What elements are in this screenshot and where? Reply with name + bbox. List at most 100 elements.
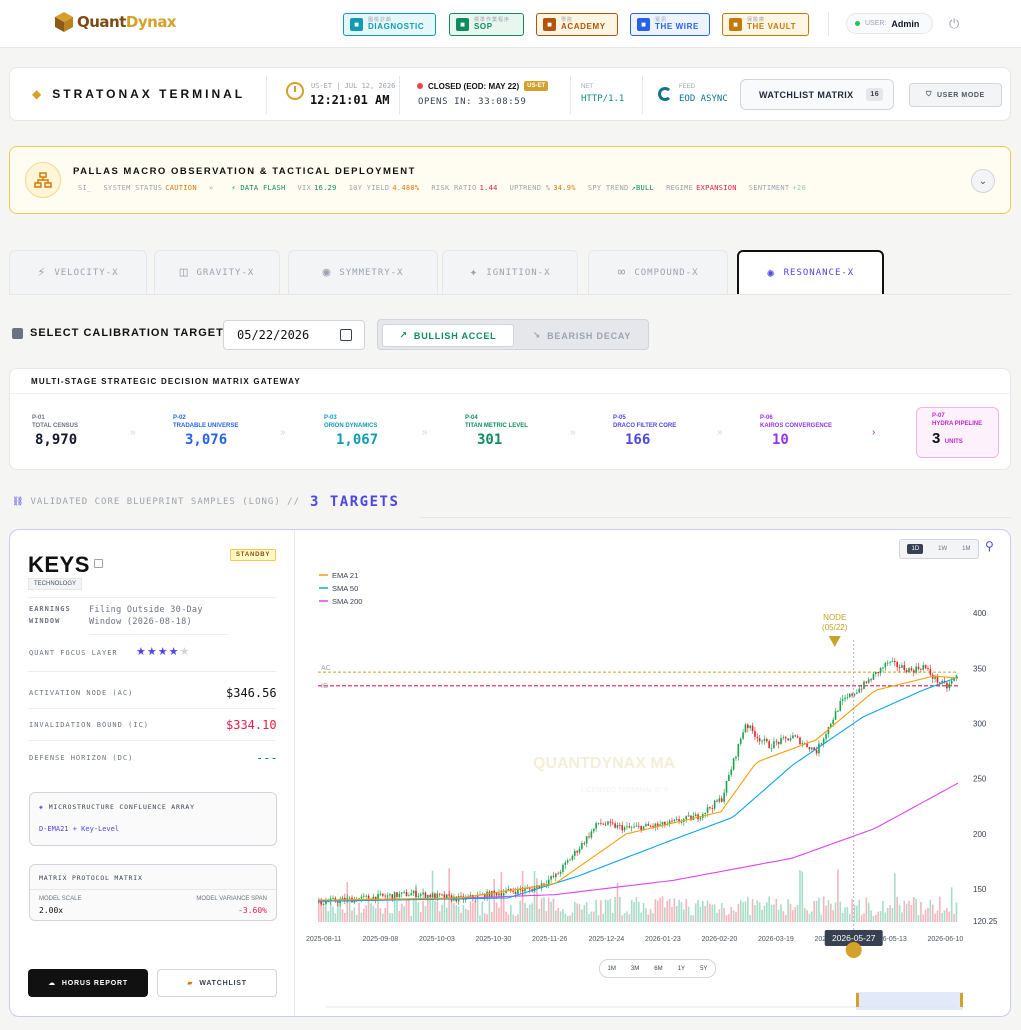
nav-diagnostic-button[interactable]: ■ 圖檢診斷 DIAGNOSTIC	[343, 13, 436, 36]
volume-bar	[950, 887, 953, 922]
chevron-down-icon[interactable]: ⌄	[971, 169, 995, 193]
volume-bar	[939, 896, 941, 922]
watchlist-matrix-button[interactable]: WATCHLIST MATRIX 16	[740, 79, 894, 110]
volume-bar	[768, 896, 770, 922]
x-tick-label: 2025-10-03	[419, 936, 455, 943]
volume-bar	[412, 897, 415, 922]
candle	[763, 739, 766, 741]
candle	[502, 892, 505, 896]
user-pill[interactable]: USER: Admin	[846, 13, 933, 34]
horus-report-button[interactable]: ☁ HORUS REPORT	[28, 969, 148, 997]
stage-tradable-universe[interactable]: P-02 TRADABLE UNIVERSE 3,076	[173, 415, 238, 448]
candle	[929, 669, 932, 675]
y-tick-label: 150	[973, 885, 987, 894]
brand-logo[interactable]: QuantDynax	[54, 11, 177, 33]
candle	[680, 821, 683, 823]
y-tick-label: 400	[973, 609, 987, 618]
stage-orion-dynamics[interactable]: P-03 ORION DYNAMICS 1,067	[324, 415, 378, 448]
ticker-item: »	[208, 184, 214, 192]
range-5y[interactable]: 5Y	[700, 966, 707, 972]
stage-total-census[interactable]: P-01 TOTAL CENSUS 8,970	[32, 415, 78, 448]
range-3m[interactable]: 3M	[631, 966, 639, 972]
user-mode-button[interactable]: ⛉ USER MODE	[909, 83, 1002, 107]
price-chart[interactable]: 1D 1W 1M ⚲ QUANTDYNAX MA LICENSED TERMINAL …	[296, 530, 1010, 1016]
candle	[761, 740, 763, 742]
range-6m[interactable]: 6M	[654, 966, 662, 972]
volume-bar	[860, 914, 863, 922]
candle	[559, 871, 562, 874]
candle	[709, 807, 711, 809]
nav-the-vault-button[interactable]: ■ 保險庫 THE VAULT	[722, 13, 809, 36]
nav-the-wire-button[interactable]: ■ 電訊 THE WIRE	[630, 13, 710, 36]
volume-bar	[867, 902, 870, 922]
nav-label: THE VAULT	[747, 22, 797, 31]
power-icon[interactable]: ⏻	[949, 16, 959, 32]
tab-velocity-x[interactable]: ⚡ VELOCITY-X	[9, 250, 147, 294]
divider	[28, 708, 276, 709]
tab-compound-x[interactable]: ∞ COMPOUND-X	[588, 250, 728, 294]
volume-bar	[505, 911, 507, 922]
volume-bar	[379, 908, 382, 922]
candle	[768, 741, 770, 749]
earnings-value: Filing Outside 30-Day	[89, 605, 203, 615]
volume-bar	[908, 900, 910, 922]
watchlist-button[interactable]: ▰ WATCHLIST	[157, 969, 277, 997]
range-1y[interactable]: 1Y	[678, 966, 685, 972]
target-card: KEYS TECHNOLOGY STANDBY EARNINGS WINDOW …	[9, 529, 1011, 1017]
volume-bar	[609, 898, 612, 922]
candle	[732, 758, 735, 770]
stage-arrow-icon: »	[280, 427, 286, 438]
candle	[766, 739, 768, 742]
candle	[578, 848, 581, 853]
candle	[735, 756, 737, 759]
volume-bar	[858, 899, 861, 922]
tab-gravity-x[interactable]: ◫ GRAVITY-X	[154, 250, 280, 294]
stage-arrow-icon: »	[130, 427, 136, 438]
dc-value: ---	[256, 751, 278, 765]
external-link-icon[interactable]	[94, 559, 103, 568]
bullish-accel-button[interactable]: ↗ BULLISH ACCEL	[382, 324, 514, 347]
tab-ignition-x[interactable]: ✦ IGNITION-X	[442, 250, 578, 294]
volume-bar	[863, 913, 865, 922]
volume-bar	[590, 911, 593, 922]
tab-symmetry-x[interactable]: ◉ SYMMETRY-X	[288, 250, 438, 294]
dc-label: DEFENSE HORIZON (DC)	[29, 754, 134, 762]
watchlist-matrix-label: WATCHLIST MATRIX	[759, 89, 854, 100]
calibration-date-input[interactable]: 05/22/2026	[223, 320, 365, 350]
ac-tag: AC	[321, 665, 331, 672]
range-1m[interactable]: 1M	[608, 966, 616, 972]
candle	[875, 672, 877, 674]
stage-hydra-pipeline[interactable]: P-07 HYDRA PIPELINE 3 UNITS	[916, 407, 999, 458]
volume-bar	[550, 901, 552, 922]
bearish-decay-button[interactable]: ↘ BEARISH DECAY	[518, 324, 646, 347]
candle	[384, 895, 386, 897]
volume-bar	[742, 902, 744, 922]
volume-bar	[581, 909, 583, 922]
volume-bar	[910, 904, 913, 922]
candle	[872, 673, 875, 680]
volume-bar	[725, 914, 728, 922]
watermark: QUANTDYNAX MA	[533, 755, 676, 772]
volume-bar	[647, 914, 650, 922]
nav-sop-button[interactable]: ■ 標準作業程序 SOP	[449, 13, 524, 36]
volume-bar	[820, 914, 823, 922]
ic-tag: IC	[321, 683, 328, 690]
volume-bar	[493, 878, 496, 922]
volume-bar	[488, 897, 491, 922]
tab-resonance-x[interactable]: ✺ RESONANCE-X	[737, 250, 884, 294]
stage-draco-filter-core[interactable]: P-05 DRACO FILTER CORE 166	[613, 415, 676, 448]
volume-bar	[552, 898, 555, 922]
volume-bar	[749, 915, 752, 922]
status-badge: STANDBY	[230, 549, 277, 561]
stage-kairos-convergence[interactable]: P-06 KAIROS CONVERGENCE 10	[760, 415, 832, 448]
volume-bar	[692, 915, 695, 922]
candle	[739, 738, 742, 744]
volume-bar	[808, 913, 811, 922]
stage-titan-metric-level[interactable]: P-04 TITAN METRIC LEVEL 301	[465, 415, 528, 448]
ac-value: $346.56	[226, 686, 277, 700]
candle	[645, 824, 647, 827]
volume-bar	[555, 910, 557, 922]
calendar-picker-icon[interactable]	[340, 329, 352, 341]
volume-bar	[569, 915, 571, 922]
nav-academy-button[interactable]: ■ 學院 ACADEMY	[536, 13, 618, 36]
